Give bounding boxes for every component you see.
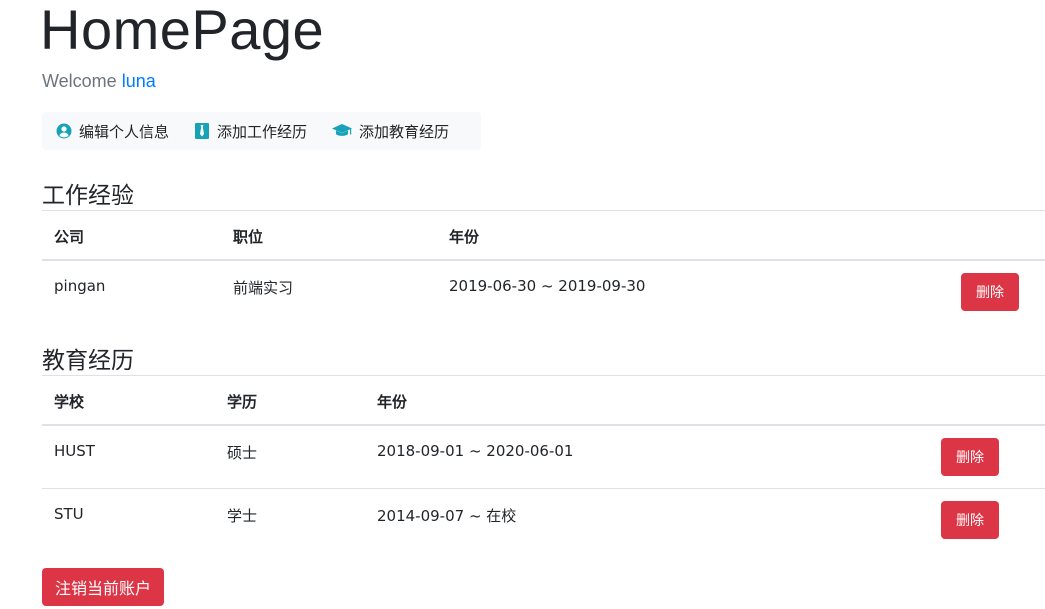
edu-col-degree: 学历 (227, 393, 258, 411)
work-position-cell: 前端实习 (233, 279, 294, 297)
edu-table-top-rule (42, 375, 1045, 376)
user-circle-icon (55, 122, 73, 140)
work-section-title: 工作经验 (42, 183, 134, 209)
page-title: HomePage (40, 0, 325, 61)
logout-account-button[interactable]: 注销当前账户 (42, 568, 164, 606)
graduation-cap-icon (331, 122, 353, 140)
action-bar: 编辑个人信息 添加工作经历 添加教育经历 (42, 112, 481, 150)
add-work-label: 添加工作经历 (217, 122, 308, 141)
tie-icon (193, 122, 211, 140)
edu-school-cell: STU (54, 505, 84, 523)
delete-work-button[interactable]: 删除 (961, 273, 1019, 311)
work-years-cell: 2019-06-30 ~ 2019-09-30 (449, 277, 646, 295)
edu-col-school: 学校 (54, 393, 85, 411)
add-education-label: 添加教育经历 (359, 122, 450, 141)
work-table-top-rule (42, 210, 1045, 211)
add-education-button[interactable]: 添加教育经历 (331, 121, 449, 142)
edit-profile-button[interactable]: 编辑个人信息 (55, 121, 169, 142)
edu-degree-cell: 学士 (227, 507, 258, 525)
edu-degree-cell: 硕士 (227, 444, 258, 462)
add-work-button[interactable]: 添加工作经历 (193, 121, 307, 142)
education-section-title: 教育经历 (42, 348, 134, 374)
edu-table-header-rule (42, 424, 1045, 426)
edu-row-divider (42, 488, 1045, 489)
work-col-company: 公司 (54, 228, 85, 246)
work-col-position: 职位 (233, 228, 264, 246)
edu-years-cell: 2018-09-01 ~ 2020-06-01 (377, 442, 574, 460)
welcome-prefix: Welcome (42, 71, 117, 91)
work-col-years: 年份 (449, 228, 480, 246)
delete-education-button[interactable]: 删除 (941, 501, 999, 539)
delete-education-button[interactable]: 删除 (941, 438, 999, 476)
edit-profile-label: 编辑个人信息 (79, 122, 170, 141)
welcome-text: Welcome luna (42, 71, 156, 92)
edu-col-years: 年份 (377, 393, 408, 411)
work-table-header-rule (42, 259, 1045, 261)
edu-school-cell: HUST (54, 442, 95, 460)
work-company-cell: pingan (54, 277, 106, 295)
edu-years-cell: 2014-09-07 ~ 在校 (377, 507, 517, 525)
username: luna (121, 71, 156, 91)
